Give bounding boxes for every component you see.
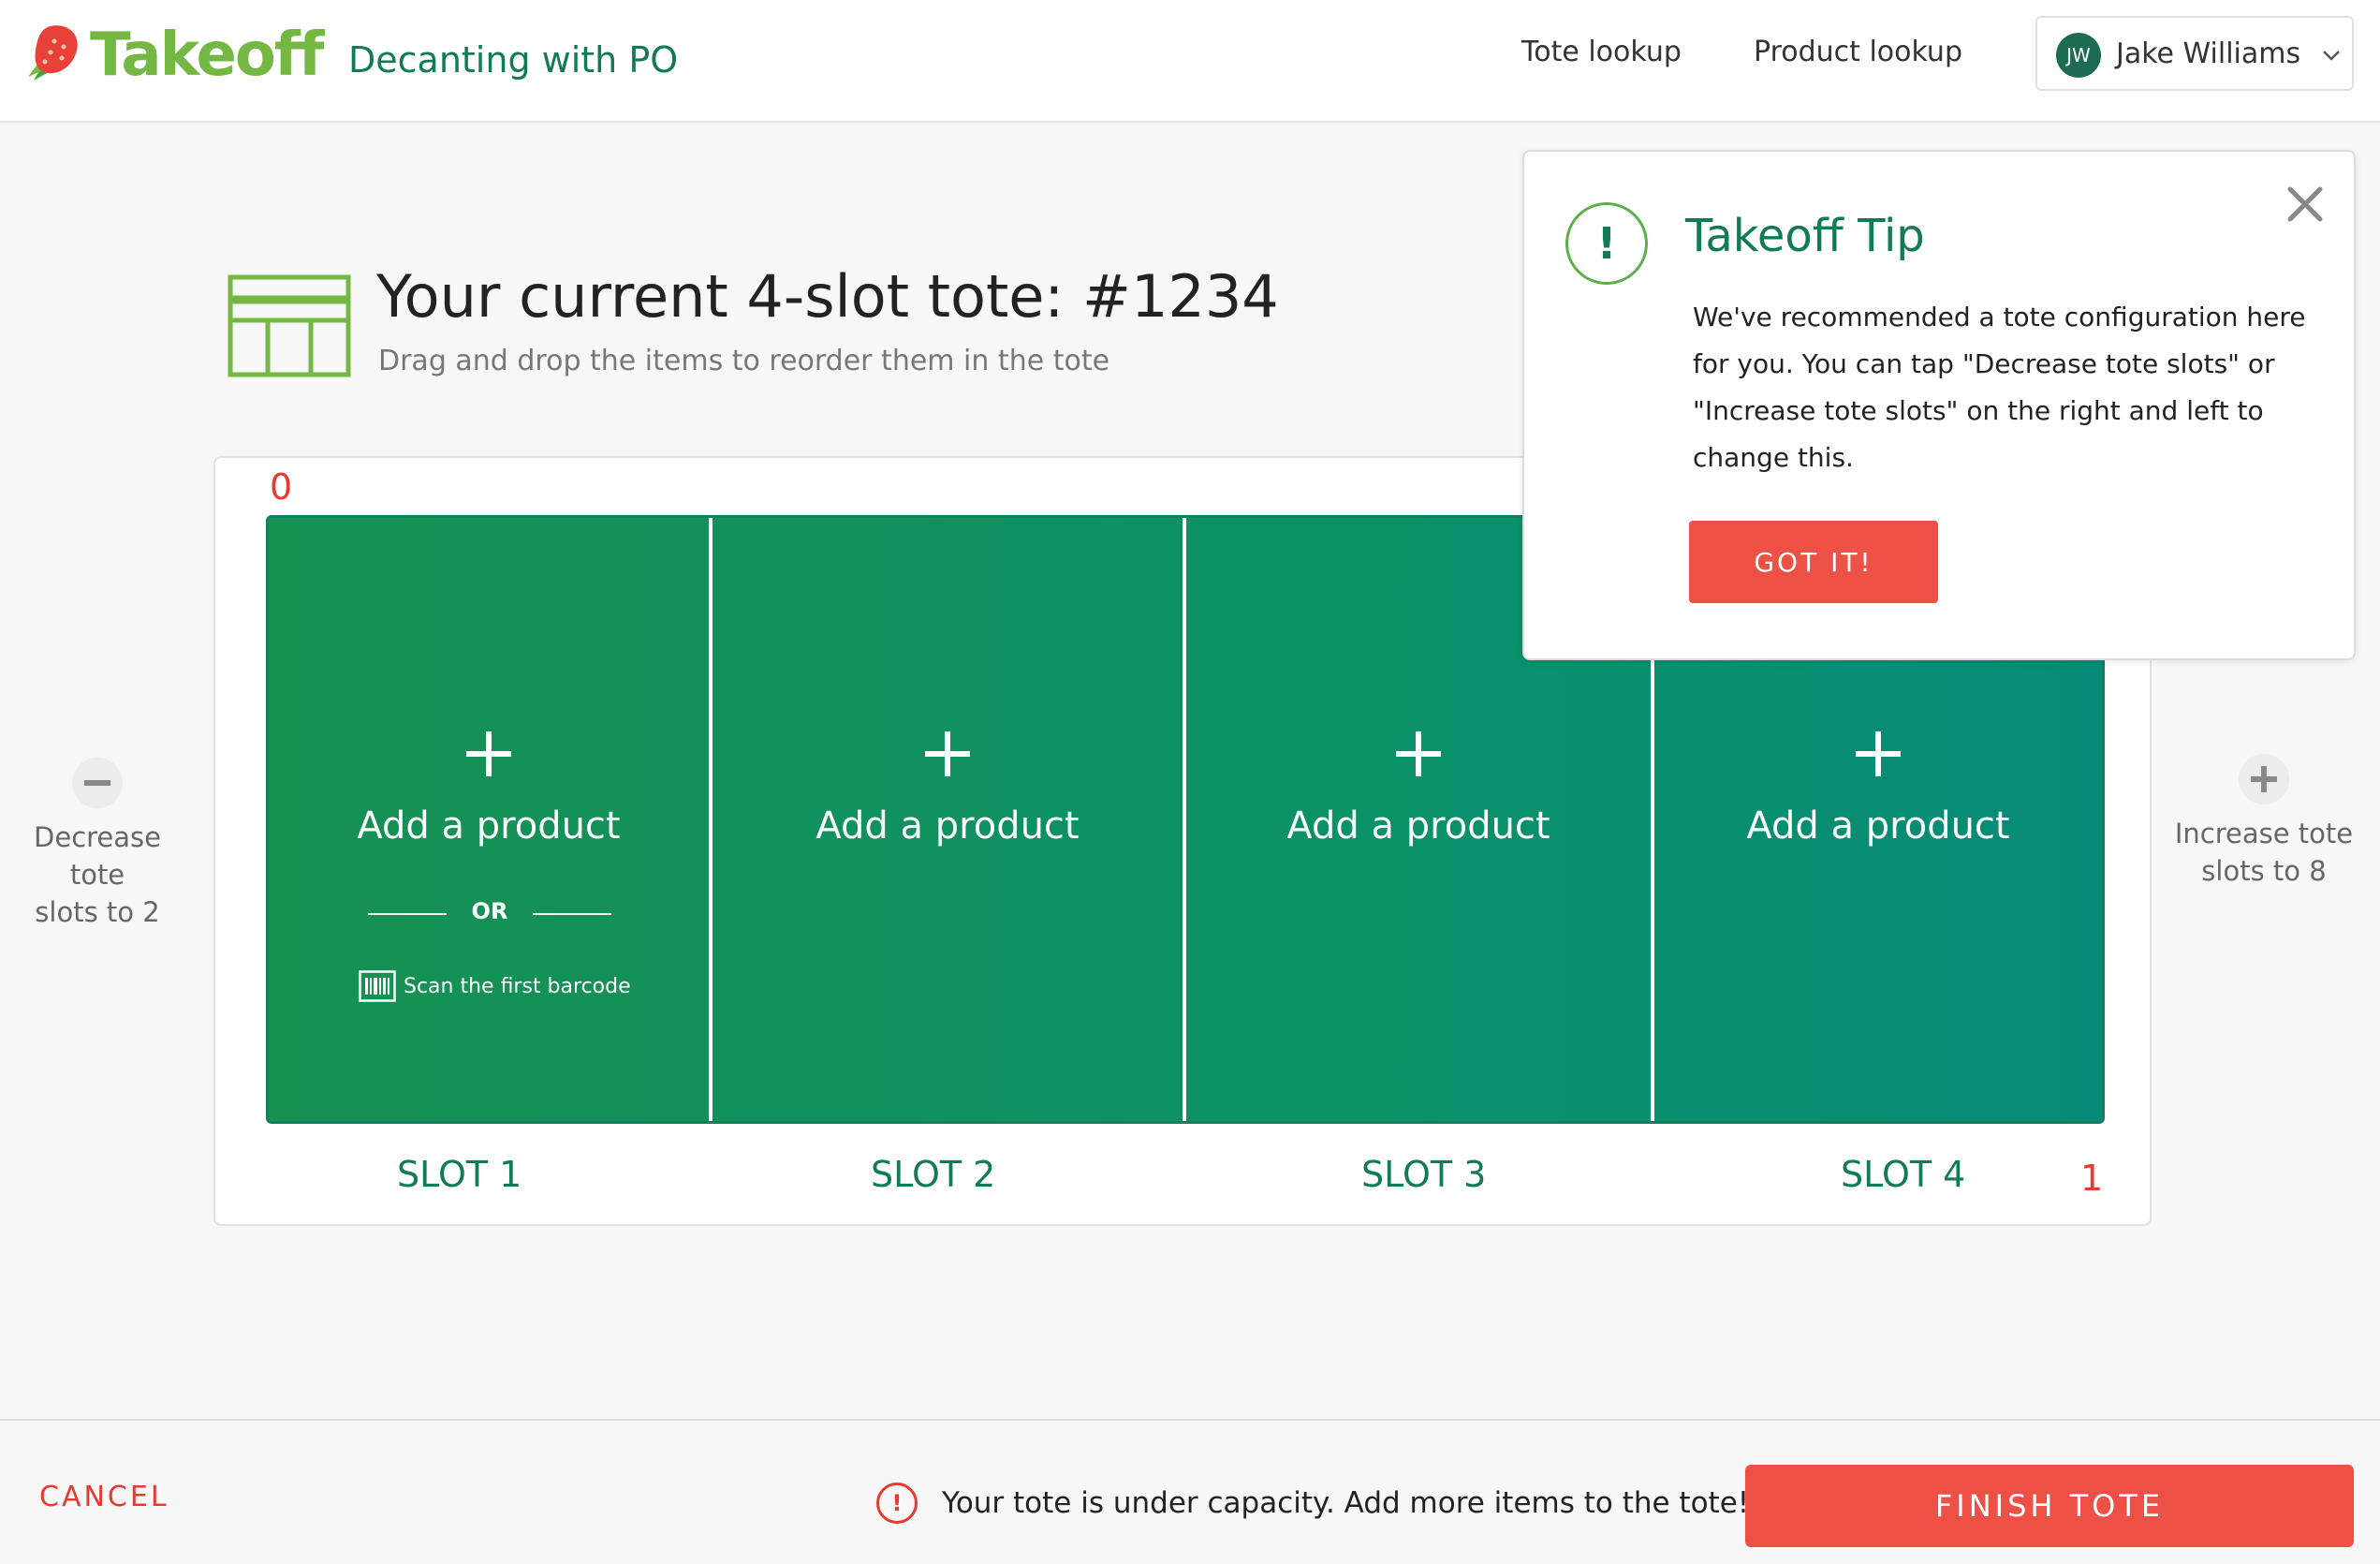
- user-name: Jake Williams: [2116, 37, 2301, 70]
- plus-icon: [466, 731, 511, 776]
- logo-wordmark: Takeoff: [90, 21, 324, 90]
- footer-bar: CANCEL ! Your tote is under capacity. Ad…: [0, 1419, 2380, 1564]
- app-header: Takeoff Decanting with PO Tote lookup Pr…: [0, 0, 2380, 123]
- add-product-label: Add a product: [357, 804, 621, 848]
- minus-icon: [72, 758, 123, 808]
- or-text: OR: [471, 898, 508, 924]
- slot-caption: SLOT 2: [871, 1154, 996, 1195]
- tote-marker-left: 0: [270, 466, 293, 508]
- app-title: Decanting with PO: [348, 39, 679, 81]
- plus-icon: [1856, 731, 1901, 776]
- plus-icon: [2239, 754, 2289, 804]
- slot-1[interactable]: Add a product OR Scan the first barcode: [269, 518, 713, 1121]
- exclamation-icon: !: [1565, 202, 1648, 285]
- strawberry-icon: [28, 25, 78, 81]
- avatar: JW: [2056, 33, 2101, 78]
- nav-tote-lookup[interactable]: Tote lookup: [1521, 36, 1682, 68]
- tip-body: We've recommended a tote configuration h…: [1693, 302, 2306, 473]
- divider-line: [533, 913, 611, 915]
- slot-caption: SLOT 3: [1361, 1154, 1487, 1195]
- tip-title: Takeoff Tip: [1685, 210, 1925, 262]
- close-icon[interactable]: [2285, 184, 2326, 225]
- decrease-slots-button[interactable]: Decrease tote slots to 2: [4, 757, 191, 931]
- finish-tote-button[interactable]: FINISH TOTE: [1745, 1465, 2354, 1547]
- slot-2[interactable]: Add a product: [713, 518, 1186, 1121]
- takeoff-logo[interactable]: [22, 19, 81, 86]
- increase-label-line2: slots to 8: [2201, 855, 2327, 887]
- page-title: Your current 4-slot tote: #1234: [376, 262, 1279, 331]
- tote-marker-right: 1: [2080, 1158, 2104, 1199]
- or-divider: OR: [368, 894, 611, 932]
- increase-label-line1: Increase tote: [2174, 818, 2354, 849]
- tote-icon: [228, 274, 351, 377]
- decrease-label-line1: Decrease tote: [34, 821, 161, 891]
- user-menu-button[interactable]: JW Jake Williams: [2035, 16, 2354, 91]
- nav-product-lookup[interactable]: Product lookup: [1754, 36, 1962, 68]
- barcode-icon: [359, 970, 396, 1002]
- page-subtitle: Drag and drop the items to reorder them …: [378, 345, 1110, 377]
- got-it-button[interactable]: GOT IT!: [1689, 521, 1938, 603]
- add-product-label: Add a product: [1286, 804, 1550, 848]
- slot-caption: SLOT 1: [397, 1154, 522, 1195]
- scan-barcode-hint[interactable]: Scan the first barcode: [359, 967, 631, 1005]
- warning-icon: !: [876, 1483, 918, 1524]
- plus-icon: [1396, 731, 1441, 776]
- slot-caption: SLOT 4: [1841, 1154, 1966, 1195]
- add-product-label: Add a product: [815, 804, 1080, 848]
- takeoff-tip-popup: ! Takeoff Tip We've recommended a tote c…: [1522, 150, 2356, 660]
- increase-slots-button[interactable]: Increase tote slots to 8: [2170, 753, 2358, 890]
- plus-icon: [925, 731, 970, 776]
- decrease-label-line2: slots to 2: [35, 896, 160, 928]
- add-product-label: Add a product: [1746, 804, 2010, 848]
- chevron-down-icon: [2323, 51, 2340, 61]
- capacity-warning: Your tote is under capacity. Add more it…: [942, 1486, 1750, 1520]
- scan-text: Scan the first barcode: [404, 974, 631, 998]
- cancel-button[interactable]: CANCEL: [39, 1481, 169, 1513]
